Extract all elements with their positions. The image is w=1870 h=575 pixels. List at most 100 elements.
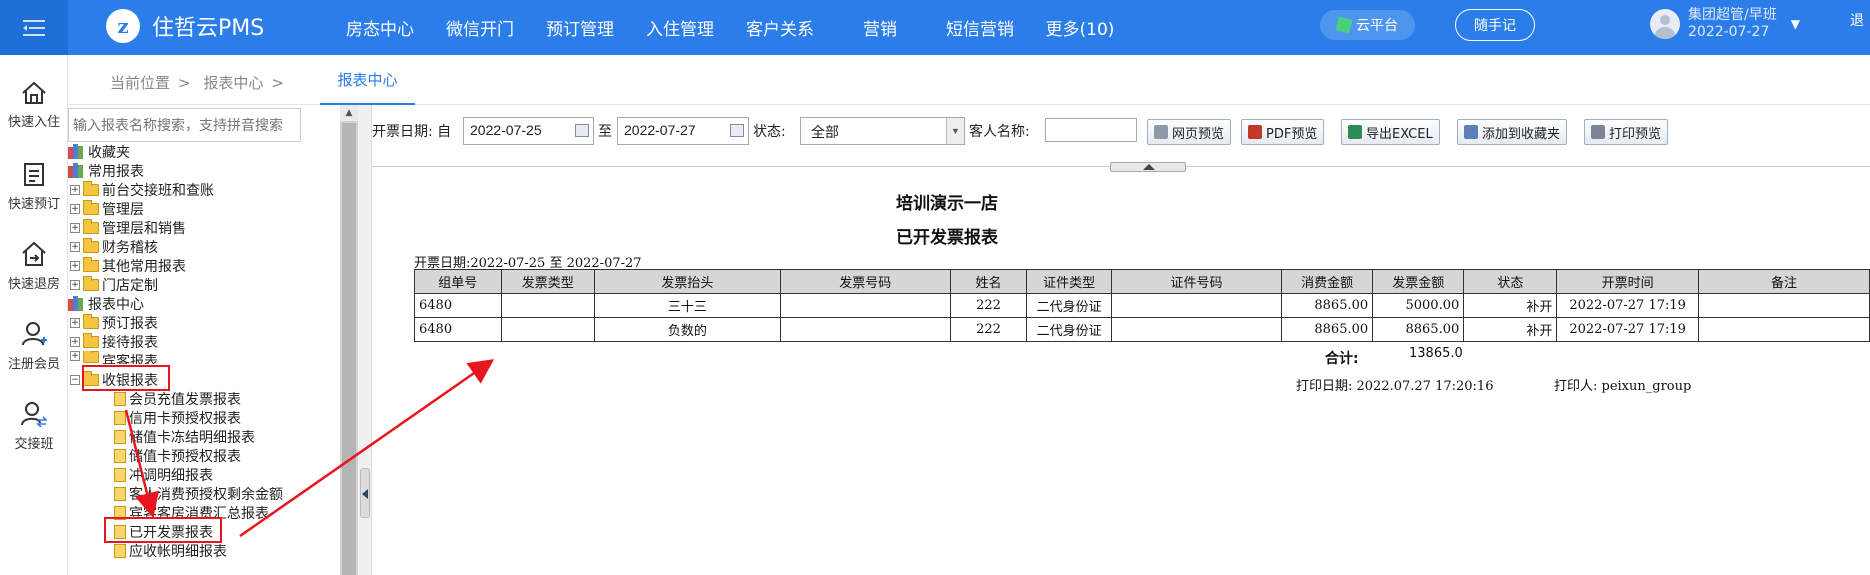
printer-name: 打印人: peixun_group bbox=[1554, 379, 1692, 394]
tree-leaf-stored-card-preauth[interactable]: 储值卡预授权报表 bbox=[114, 446, 241, 465]
quick-checkout-button[interactable]: 快速退房 bbox=[0, 241, 68, 292]
nav-sms-marketing[interactable]: 短信营销 bbox=[930, 0, 1030, 55]
register-member-button[interactable]: 注册会员 bbox=[0, 321, 68, 372]
nav-more[interactable]: 更多(10) bbox=[1030, 0, 1130, 55]
tree-node-reception-reports[interactable]: + 接待报表 bbox=[70, 332, 158, 351]
tree-node-guest-reports[interactable]: + 宾客报表 bbox=[70, 351, 158, 364]
tree-scrollbar[interactable]: ▲ bbox=[340, 105, 358, 575]
tree-node-booking-reports[interactable]: + 预订报表 bbox=[70, 313, 158, 332]
scrollbar-thumb[interactable] bbox=[342, 123, 356, 575]
expand-icon[interactable]: + bbox=[70, 351, 80, 361]
filter-toolbar: 开票日期: 自 2022-07-25 至 2022-07-27 状态: 全部 ▼… bbox=[372, 115, 1870, 145]
tree-node-finance-audit[interactable]: + 财务稽核 bbox=[70, 237, 158, 256]
col-invoice-amount: 发票金额 bbox=[1372, 269, 1465, 294]
quick-checkin-button[interactable]: 快速入住 bbox=[0, 81, 68, 130]
date-from-input[interactable]: 2022-07-25 bbox=[463, 117, 594, 145]
collapse-icon[interactable]: − bbox=[70, 374, 80, 385]
col-issue-time: 开票时间 bbox=[1556, 269, 1699, 294]
chevron-down-icon[interactable]: ▼ bbox=[946, 118, 964, 144]
add-favorite-button[interactable]: 添加到收藏夹 bbox=[1457, 119, 1568, 145]
scroll-up-icon[interactable]: ▲ bbox=[340, 105, 358, 121]
caret-down-icon: ▼ bbox=[1790, 17, 1800, 31]
tree-node-label: 管理层 bbox=[102, 201, 144, 218]
expand-icon[interactable]: + bbox=[70, 279, 80, 290]
register-member-label: 注册会员 bbox=[7, 357, 60, 372]
export-excel-button[interactable]: 导出EXCEL bbox=[1341, 119, 1440, 145]
pdf-preview-button[interactable]: PDF预览 bbox=[1241, 119, 1325, 145]
books-icon bbox=[68, 144, 86, 159]
tree-node-frontdesk-handover[interactable]: + 前台交接班和查账 bbox=[70, 180, 214, 199]
print-date: 打印日期: 2022.07.27 17:20:16 bbox=[1296, 379, 1494, 394]
nav-checkin[interactable]: 入住管理 bbox=[630, 0, 730, 55]
tree-node-favorites[interactable]: 收藏夹 bbox=[68, 142, 130, 161]
tree-leaf-receivable-detail[interactable]: 应收帐明细报表 bbox=[114, 541, 227, 560]
tree-node-label: 信用卡预授权报表 bbox=[129, 410, 241, 427]
expand-icon[interactable]: + bbox=[70, 336, 80, 347]
tree-node-label: 客人消费预授权剩余金额 bbox=[129, 486, 283, 503]
tree-node-label: 预订报表 bbox=[102, 315, 158, 332]
tree-node-label: 接待报表 bbox=[102, 334, 158, 351]
calendar-icon[interactable] bbox=[575, 124, 589, 137]
tree-node-management-sales[interactable]: + 管理层和销售 bbox=[70, 218, 186, 237]
report-search-input[interactable] bbox=[68, 108, 301, 142]
menu-toggle-button[interactable] bbox=[0, 0, 68, 55]
date-to-input[interactable]: 2022-07-27 bbox=[617, 117, 749, 145]
tree-leaf-adjustment-detail[interactable]: 冲调明细报表 bbox=[114, 465, 213, 484]
nav-wechat-door[interactable]: 微信开门 bbox=[430, 0, 530, 55]
user-date: 2022-07-27 bbox=[1688, 24, 1770, 40]
printer-icon bbox=[1591, 125, 1605, 139]
clipboard-icon bbox=[24, 163, 44, 186]
print-preview-button[interactable]: 打印预览 bbox=[1584, 119, 1669, 145]
folder-icon bbox=[83, 180, 99, 196]
tree-node-management[interactable]: + 管理层 bbox=[70, 199, 144, 218]
exit-button[interactable]: 退 bbox=[1850, 10, 1864, 30]
expand-icon[interactable]: + bbox=[70, 222, 80, 233]
user-add-icon bbox=[22, 322, 47, 346]
tree-leaf-credit-preauth[interactable]: 信用卡预授权报表 bbox=[114, 408, 241, 427]
home-icon bbox=[22, 81, 46, 104]
tree-node-label: 前台交接班和查账 bbox=[102, 182, 214, 199]
report-page-icon bbox=[114, 410, 126, 425]
nav-room-status[interactable]: 房态中心 bbox=[330, 0, 430, 55]
tree-leaf-guest-preauth-balance[interactable]: 客人消费预授权剩余金额 bbox=[114, 484, 283, 503]
expand-icon[interactable]: + bbox=[70, 317, 80, 328]
cube-icon bbox=[1335, 16, 1353, 34]
expand-icon[interactable]: + bbox=[70, 260, 80, 271]
total-label: 合计: bbox=[1325, 351, 1359, 367]
nav-crm[interactable]: 客户关系 bbox=[730, 0, 830, 55]
user-menu[interactable]: 集团超管/早班 2022-07-27 ▼ bbox=[1650, 7, 1800, 41]
expand-icon[interactable]: + bbox=[70, 203, 80, 214]
user-name: 集团超管/早班 bbox=[1688, 7, 1777, 23]
col-id-type: 证件类型 bbox=[1026, 269, 1113, 294]
expand-icon[interactable]: + bbox=[70, 241, 80, 252]
tree-node-report-center[interactable]: 报表中心 bbox=[68, 294, 144, 313]
calendar-icon[interactable] bbox=[730, 124, 744, 137]
tree-leaf-stored-card-freeze[interactable]: 储值卡冻结明细报表 bbox=[114, 427, 255, 446]
quick-booking-label: 快速预订 bbox=[7, 197, 60, 212]
tree-node-label: 宾客报表 bbox=[102, 354, 158, 364]
guest-name-input[interactable] bbox=[1045, 118, 1137, 142]
tree-node-store-custom[interactable]: + 门店定制 bbox=[70, 275, 158, 294]
nav-marketing[interactable]: 营销 bbox=[830, 0, 930, 55]
nav-booking[interactable]: 预订管理 bbox=[530, 0, 630, 55]
tab-report-center[interactable]: 报表中心 bbox=[320, 55, 415, 105]
breadcrumb-current-location: 当前位置 bbox=[110, 74, 171, 92]
books-icon bbox=[68, 163, 86, 178]
quick-note-button[interactable]: 随手记 bbox=[1455, 9, 1535, 41]
quick-booking-button[interactable]: 快速预订 bbox=[0, 161, 68, 212]
collapse-toolbar-toggle[interactable] bbox=[1110, 162, 1186, 172]
shift-handover-button[interactable]: 交接班 bbox=[0, 401, 68, 452]
date-from-label: 开票日期: 自 bbox=[372, 124, 452, 140]
tree-node-common-reports[interactable]: 常用报表 bbox=[68, 161, 144, 180]
tree-leaf-member-recharge-invoice[interactable]: 会员充值发票报表 bbox=[114, 389, 241, 408]
cloud-platform-button[interactable]: 云平台 bbox=[1320, 10, 1415, 40]
brand-logo[interactable]: z 住哲云PMS bbox=[106, 9, 264, 43]
web-preview-button[interactable]: 网页预览 bbox=[1147, 119, 1232, 145]
collapse-panel-handle[interactable] bbox=[360, 468, 370, 518]
status-select[interactable]: 全部 ▼ bbox=[800, 117, 965, 145]
expand-icon[interactable]: + bbox=[70, 184, 80, 195]
quick-checkout-label: 快速退房 bbox=[7, 277, 60, 292]
breadcrumb-report-center[interactable]: 报表中心 bbox=[203, 74, 263, 92]
tree-node-other-common[interactable]: + 其他常用报表 bbox=[70, 256, 186, 275]
tree-node-label: 储值卡冻结明细报表 bbox=[129, 429, 255, 446]
